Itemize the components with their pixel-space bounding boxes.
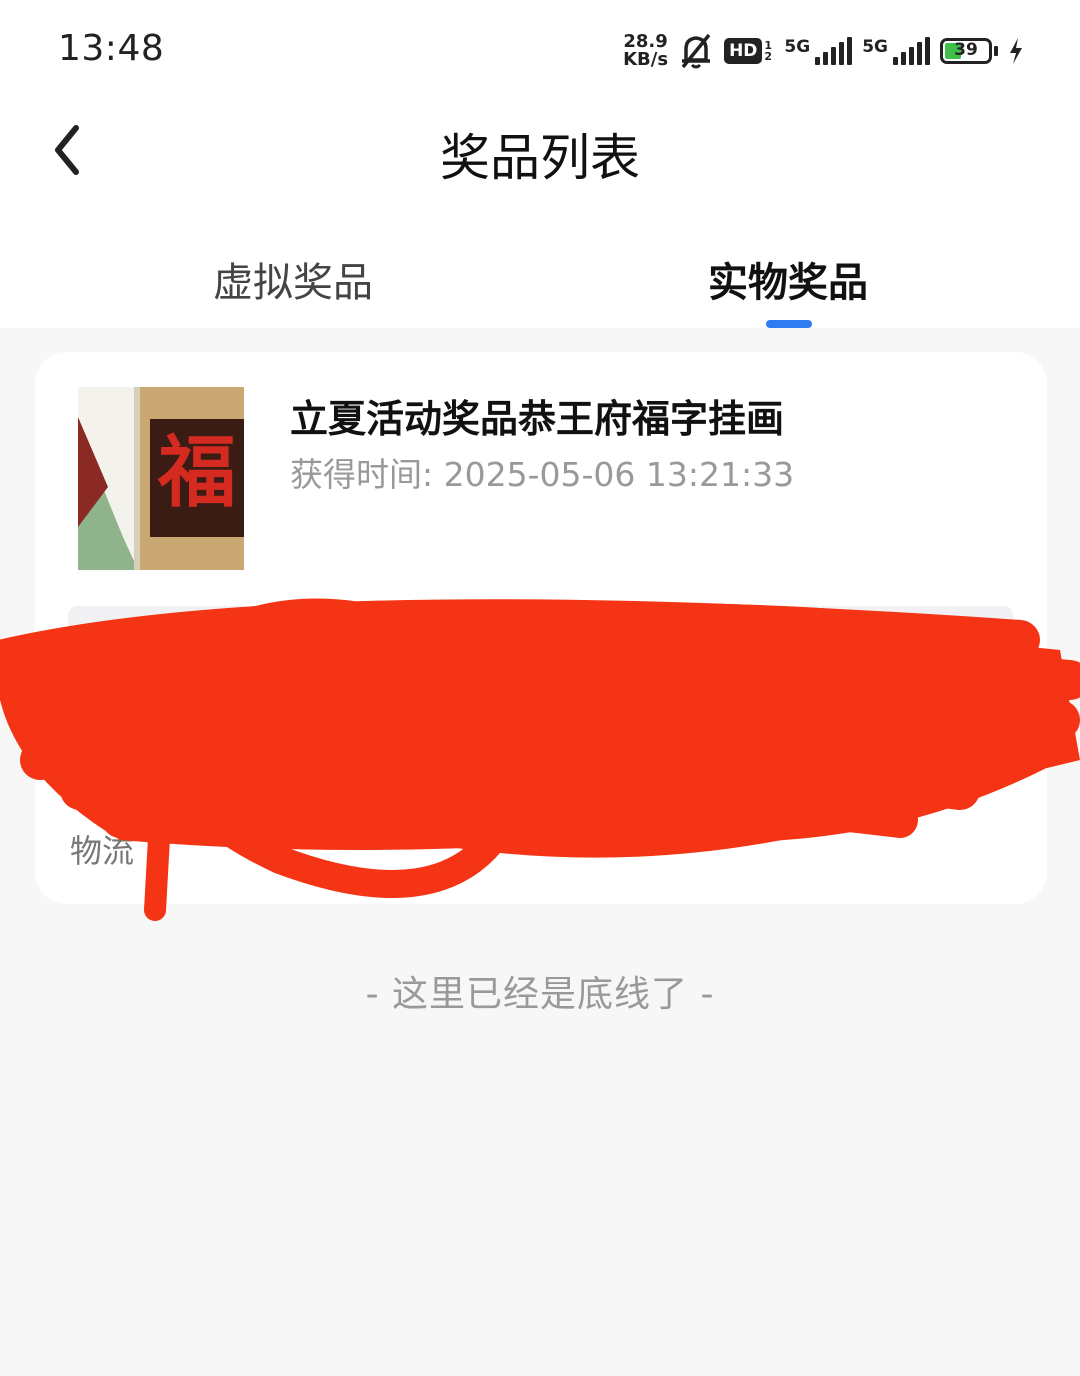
network-speed-unit: KB/s [623,49,669,70]
fu-painting-image: 福 [78,387,244,570]
tab-physical-prizes[interactable]: 实物奖品 [638,250,938,308]
battery-icon: 39 [940,38,992,64]
hd-sub: 1 2 [764,39,773,63]
prize-name: 立夏活动奖品恭王府福字挂画 [290,397,785,441]
tab-virtual-prizes[interactable]: 虚拟奖品 [143,250,443,308]
hd-badge: HD [724,38,763,64]
logistics-label: 物流 [70,832,135,870]
active-tab-indicator [766,320,812,328]
sim1-label: 5G [784,37,811,57]
status-time: 13:48 [58,28,165,69]
obtained-time-value: 2025-05-06 13:21:33 [443,455,795,494]
prize-image: 福 [78,387,244,570]
page-title: 奖品列表 [440,129,640,187]
obtained-time-label: 获得时间: [290,455,434,494]
bell-muted-icon [681,33,711,69]
charging-bolt-icon [1010,38,1022,64]
network-speed: 28.9 KB/s [623,33,668,69]
status-icons: 28.9 KB/s HD 1 2 5G 5G 39 [623,26,1024,76]
hd-voice-icon: HD 1 2 [724,38,774,64]
battery-cap [994,46,998,56]
obtained-time: 获得时间: 2025-05-06 13:21:33 [290,448,794,496]
sim2-label: 5G [862,37,888,57]
signal-sim1-icon: 5G [784,37,853,65]
end-of-list-text: - 这里已经是底线了 - [365,974,715,1015]
address-info-box [68,606,1013,726]
signal-sim2-icon: 5G [862,37,930,65]
battery-level: 39 [954,40,978,60]
fu-glyph: 福 [157,427,236,518]
